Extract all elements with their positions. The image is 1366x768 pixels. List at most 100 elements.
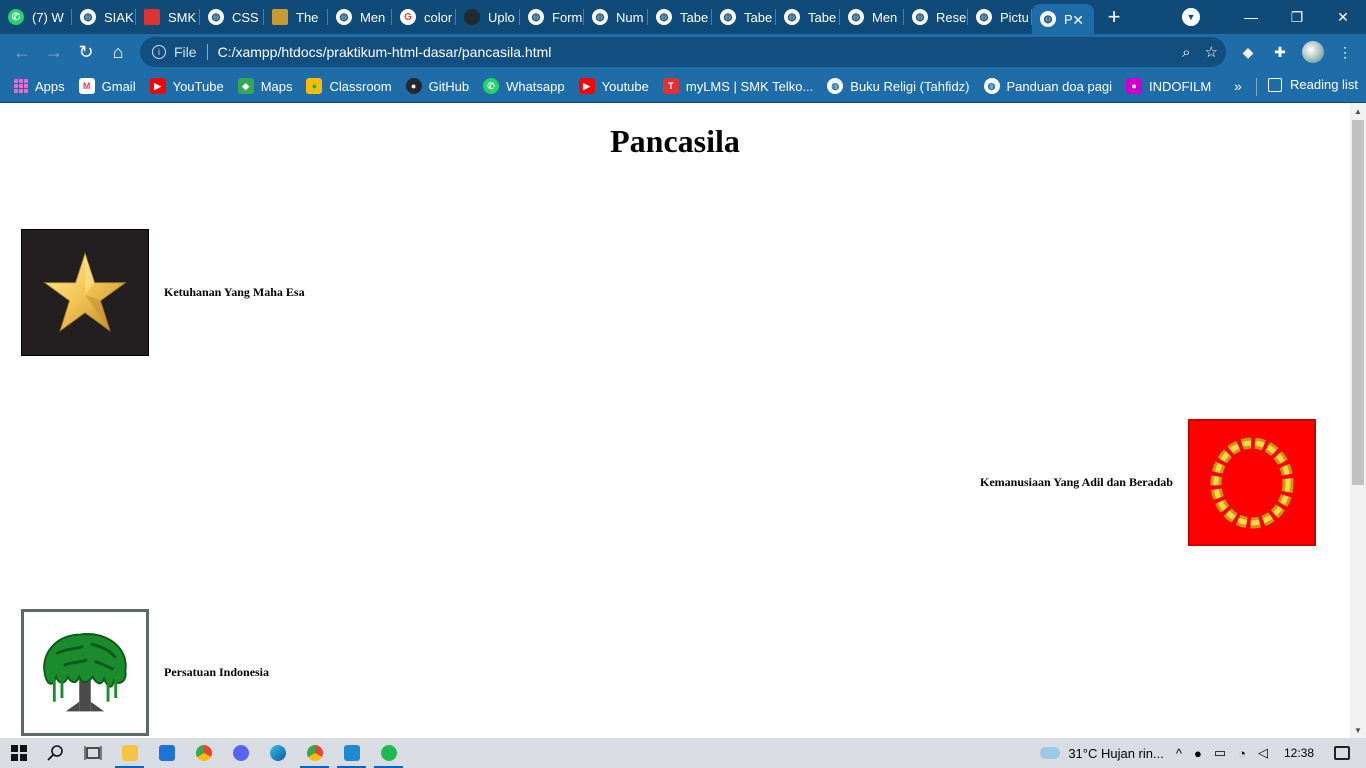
scrollbar-thumb[interactable] bbox=[1352, 120, 1364, 485]
tab-tabel-1[interactable]: ◍ Tabe bbox=[648, 0, 712, 34]
bookmark-youtube[interactable]: ▶ YouTube bbox=[149, 78, 224, 94]
tab-label: Men bbox=[872, 9, 898, 25]
page-title: Pancasila bbox=[610, 123, 740, 159]
bookmark-apps[interactable]: Apps bbox=[14, 79, 65, 94]
divider bbox=[1256, 78, 1257, 96]
restore-icon[interactable]: ❐ bbox=[1274, 0, 1320, 34]
battery-icon[interactable]: ▭ bbox=[1214, 745, 1226, 761]
tab-siak[interactable]: ◍ SIAK bbox=[72, 0, 136, 34]
volume-icon[interactable]: ◁ bbox=[1258, 745, 1268, 761]
bookmark-panduan-doa[interactable]: ◍ Panduan doa pagi bbox=[983, 78, 1112, 94]
tab-css[interactable]: ◍ CSS bbox=[200, 0, 264, 34]
bookmark-github[interactable]: ● GitHub bbox=[405, 78, 469, 94]
notification-icon[interactable] bbox=[1334, 746, 1350, 760]
chrome-icon[interactable] bbox=[185, 738, 222, 768]
bookmark-indofilm[interactable]: ● INDOFILM bbox=[1126, 78, 1211, 94]
bookmark-whatsapp[interactable]: ✆ Whatsapp bbox=[483, 78, 565, 94]
tab-men-2[interactable]: ◍ Men bbox=[840, 0, 904, 34]
bookmark-classroom[interactable]: ● Classroom bbox=[306, 78, 392, 94]
classroom-icon: ● bbox=[306, 78, 323, 94]
file-explorer-icon[interactable] bbox=[111, 738, 148, 768]
chrome-active-icon[interactable] bbox=[296, 738, 333, 768]
tab-label: The bbox=[296, 9, 319, 25]
scheme-label: File bbox=[174, 44, 197, 60]
bookmark-maps[interactable]: ◆ Maps bbox=[237, 78, 292, 94]
minimize-icon[interactable]: — bbox=[1228, 0, 1274, 34]
tab-form[interactable]: ◍ Form bbox=[520, 0, 584, 34]
close-tab-icon[interactable]: ✕ bbox=[1072, 12, 1084, 29]
tab-num[interactable]: ◍ Num bbox=[584, 0, 648, 34]
bookmark-buku-religi[interactable]: ◍ Buku Religi (Tahfidz) bbox=[827, 78, 970, 94]
tab-men-1[interactable]: ◍ Men bbox=[328, 0, 392, 34]
wifi-icon[interactable]: ◔ bbox=[1238, 746, 1246, 761]
tab-label: CSS bbox=[232, 9, 259, 25]
bookmark-youtube-2[interactable]: ▶ Youtube bbox=[578, 78, 649, 94]
tab-label: SIAK bbox=[104, 9, 134, 25]
bookmarks-bar: Apps M Gmail ▶ YouTube ◆ Maps ● Classroom ● G… bbox=[0, 70, 1366, 103]
globe-icon: ◍ bbox=[983, 78, 1000, 94]
tab-upload[interactable]: Uplo bbox=[456, 0, 520, 34]
bookmark-label: Buku Religi (Tahfidz) bbox=[850, 78, 970, 94]
url-text[interactable]: C:/xampp/htdocs/praktikum-html-dasar/pan… bbox=[218, 44, 552, 60]
mail-icon[interactable] bbox=[148, 738, 185, 768]
bookmark-mylms[interactable]: TmyLMS | SMK Telko... bbox=[662, 78, 813, 94]
bookmark-label: Classroom bbox=[329, 78, 392, 94]
spotify-icon[interactable] bbox=[370, 738, 407, 768]
tab-pancasila-active[interactable]: ◍ P ✕ bbox=[1032, 4, 1094, 34]
globe-icon: ◍ bbox=[1040, 11, 1056, 27]
globe-icon: ◍ bbox=[656, 9, 672, 25]
menu-kebab-icon[interactable]: ⋮ bbox=[1335, 42, 1355, 62]
scroll-up-icon[interactable]: ▲ bbox=[1350, 103, 1366, 119]
puzzle-extensions-icon[interactable]: ✚ bbox=[1270, 42, 1290, 62]
task-view-icon[interactable] bbox=[74, 738, 111, 768]
tab-tabel-3[interactable]: ◍ Tabe bbox=[776, 0, 840, 34]
more-bookmarks-icon[interactable]: » bbox=[1234, 78, 1242, 94]
tab-label: Rese bbox=[936, 9, 967, 25]
omnibox-actions: ⌕ ☆ bbox=[1182, 37, 1218, 67]
tab-search-icon[interactable]: ▼ bbox=[1182, 8, 1200, 26]
clock[interactable]: 12:38 bbox=[1284, 746, 1314, 760]
address-bar[interactable]: i File C:/xampp/htdocs/praktikum-html-da… bbox=[140, 37, 1226, 67]
discord-icon[interactable] bbox=[222, 738, 259, 768]
reload-icon[interactable]: ↻ bbox=[70, 36, 102, 68]
extension-icon[interactable]: ◆ bbox=[1238, 42, 1258, 62]
bookmark-star-icon[interactable]: ☆ bbox=[1205, 43, 1218, 61]
home-icon[interactable]: ⌂ bbox=[102, 36, 134, 68]
close-window-icon[interactable]: ✕ bbox=[1320, 0, 1366, 34]
weather-widget[interactable]: 31°C Hujan rin... bbox=[1040, 746, 1164, 761]
zoom-search-icon[interactable]: ⌕ bbox=[1182, 44, 1190, 61]
info-icon[interactable]: i bbox=[152, 45, 166, 59]
back-arrow-icon[interactable]: ← bbox=[6, 36, 38, 68]
vertical-scrollbar[interactable]: ▲ ▼ bbox=[1350, 103, 1366, 738]
new-tab-button[interactable]: + bbox=[1094, 0, 1134, 34]
tab-label: Tabe bbox=[744, 9, 773, 25]
bookmark-gmail[interactable]: M Gmail bbox=[78, 78, 136, 94]
vscode-icon[interactable] bbox=[333, 738, 370, 768]
chevron-up-icon[interactable]: ^ bbox=[1176, 746, 1182, 761]
profile-avatar[interactable] bbox=[1302, 41, 1324, 63]
search-icon[interactable] bbox=[37, 738, 74, 768]
tab-color[interactable]: Gcolor bbox=[392, 0, 456, 34]
forward-arrow-icon[interactable]: → bbox=[38, 36, 70, 68]
globe-icon: ◍ bbox=[912, 9, 928, 25]
browser-window: ✆ (7) W ◍ SIAK SMK ◍ CSS The ◍ Men Gcolor Up… bbox=[0, 0, 1366, 768]
divider bbox=[206, 44, 208, 60]
tab-the[interactable]: The bbox=[264, 0, 328, 34]
sila-label: Persatuan Indonesia bbox=[164, 665, 270, 679]
tab-picture[interactable]: ◍ Pictu bbox=[968, 0, 1032, 34]
sila-item-1: Ketuhanan Yang Maha Esa bbox=[21, 229, 305, 356]
edge-icon[interactable] bbox=[259, 738, 296, 768]
reading-list-button[interactable]: Reading list bbox=[1268, 77, 1358, 92]
tab-rese[interactable]: ◍ Rese bbox=[904, 0, 968, 34]
scroll-down-icon[interactable]: ▼ bbox=[1350, 722, 1366, 738]
tab-smk[interactable]: SMK bbox=[136, 0, 200, 34]
tab-strip: ✆ (7) W ◍ SIAK SMK ◍ CSS The ◍ Men Gcolor Up… bbox=[0, 0, 1366, 34]
weather-text: 31°C Hujan rin... bbox=[1068, 745, 1164, 761]
tab-whatsapp[interactable]: ✆ (7) W bbox=[0, 0, 72, 34]
tab-label: SMK bbox=[168, 9, 197, 25]
tab-tabel-2[interactable]: ◍ Tabe bbox=[712, 0, 776, 34]
globe-icon: ◍ bbox=[827, 78, 844, 94]
windows-start-icon[interactable] bbox=[0, 738, 37, 768]
microphone-icon[interactable]: ● bbox=[1194, 746, 1202, 761]
globe-icon: ◍ bbox=[208, 9, 224, 25]
